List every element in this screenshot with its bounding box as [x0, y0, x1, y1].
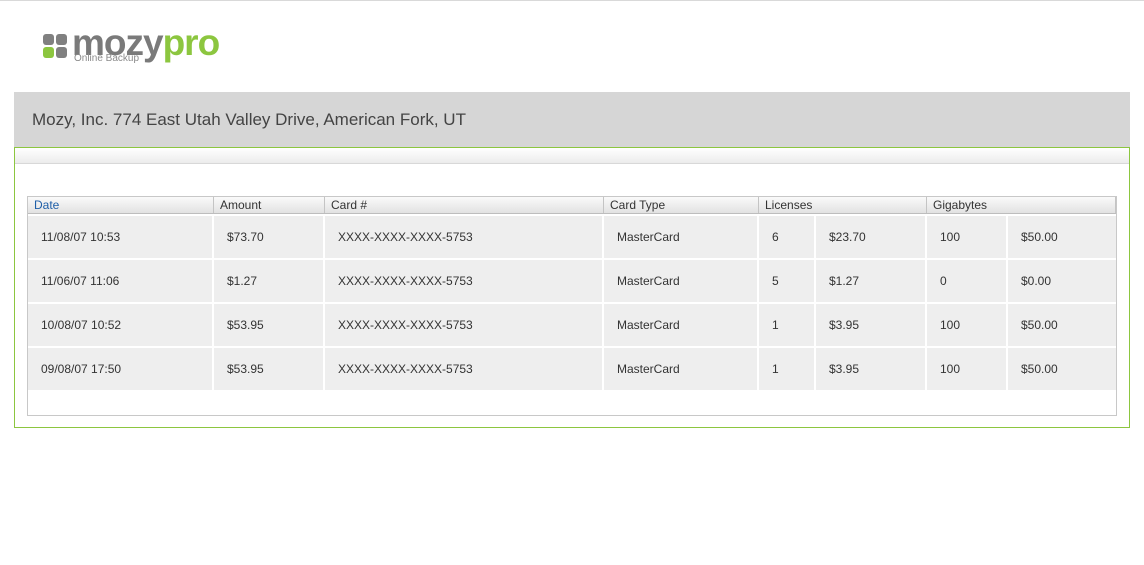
cell-amount: $53.95 — [214, 348, 323, 390]
cell-card-number: XXXX-XXXX-XXXX-5753 — [325, 216, 602, 258]
cell-card-type: MasterCard — [604, 348, 757, 390]
cell-amount: $53.95 — [214, 304, 323, 346]
company-address: Mozy, Inc. 774 East Utah Valley Drive, A… — [32, 110, 466, 129]
cell-card-number: XXXX-XXXX-XXXX-5753 — [325, 260, 602, 302]
cell-licenses-amount: $1.27 — [816, 260, 925, 302]
table-row[interactable]: 11/06/07 11:06 $1.27 XXXX-XXXX-XXXX-5753 Ma… — [28, 260, 1116, 302]
column-header-card-number[interactable]: Card # — [325, 197, 604, 213]
cell-card-type: MasterCard — [604, 304, 757, 346]
mozypro-logo: mozypro Online Backup — [43, 23, 223, 69]
cell-licenses-amount: $3.95 — [816, 348, 925, 390]
logo-word-accent: pro — [162, 22, 221, 63]
cell-date: 11/08/07 10:53 — [28, 216, 212, 258]
cell-licenses-amount: $3.95 — [816, 304, 925, 346]
cell-gigabytes-amount: $0.00 — [1008, 260, 1116, 302]
cell-gigabytes-count: 100 — [927, 348, 1006, 390]
cell-licenses-count: 5 — [759, 260, 814, 302]
cell-gigabytes-amount: $50.00 — [1008, 348, 1116, 390]
cell-date: 11/06/07 11:06 — [28, 260, 212, 302]
cell-gigabytes-count: 0 — [927, 260, 1006, 302]
cell-licenses-count: 6 — [759, 216, 814, 258]
cell-licenses-count: 1 — [759, 304, 814, 346]
cell-amount: $73.70 — [214, 216, 323, 258]
cell-licenses-count: 1 — [759, 348, 814, 390]
column-header-date[interactable]: Date — [28, 197, 214, 213]
column-header-gigabytes[interactable]: Gigabytes — [927, 197, 1116, 213]
billing-history-table: Date Amount Card # Card Type Licenses Gigabyt… — [27, 196, 1117, 416]
cell-card-type: MasterCard — [604, 216, 757, 258]
cell-amount: $1.27 — [214, 260, 323, 302]
cell-date: 10/08/07 10:52 — [28, 304, 212, 346]
column-header-card-type[interactable]: Card Type — [604, 197, 759, 213]
table-header: Date Amount Card # Card Type Licenses Gigabyt… — [28, 197, 1116, 214]
cell-gigabytes-amount: $50.00 — [1008, 216, 1116, 258]
cell-licenses-amount: $23.70 — [816, 216, 925, 258]
cell-card-type: MasterCard — [604, 260, 757, 302]
logo-tagline: Online Backup — [74, 53, 140, 64]
cell-date: 09/08/07 17:50 — [28, 348, 212, 390]
table-row[interactable]: 09/08/07 17:50 $53.95 XXXX-XXXX-XXXX-5753 M… — [28, 348, 1116, 390]
top-rule — [0, 0, 1144, 1]
table-row[interactable]: 11/08/07 10:53 $73.70 XXXX-XXXX-XXXX-5753 M… — [28, 216, 1116, 258]
cell-card-number: XXXX-XXXX-XXXX-5753 — [325, 304, 602, 346]
cell-gigabytes-amount: $50.00 — [1008, 304, 1116, 346]
company-address-bar: Mozy, Inc. 774 East Utah Valley Drive, A… — [14, 92, 1130, 147]
cell-gigabytes-count: 100 — [927, 304, 1006, 346]
cell-card-number: XXXX-XXXX-XXXX-5753 — [325, 348, 602, 390]
cell-gigabytes-count: 100 — [927, 216, 1006, 258]
column-header-amount[interactable]: Amount — [214, 197, 325, 213]
logo-mark-icon — [43, 34, 68, 59]
billing-history-panel: Date Amount Card # Card Type Licenses Gigabyt… — [14, 147, 1130, 428]
panel-toolbar-strip — [15, 148, 1129, 164]
column-header-licenses[interactable]: Licenses — [759, 197, 927, 213]
table-row[interactable]: 10/08/07 10:52 $53.95 XXXX-XXXX-XXXX-5753 M… — [28, 304, 1116, 346]
